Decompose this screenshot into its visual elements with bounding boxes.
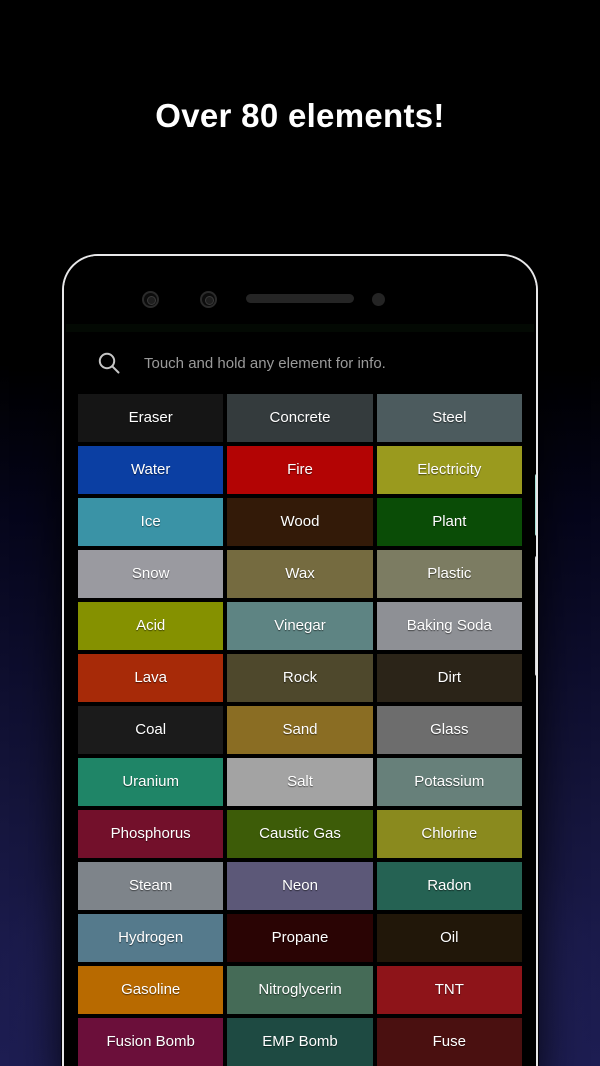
phone-power-button[interactable] xyxy=(535,474,536,536)
element-tile[interactable]: Dirt xyxy=(376,654,522,702)
element-tile[interactable]: Salt xyxy=(227,758,373,806)
element-tile[interactable]: Fuse xyxy=(376,1018,522,1066)
camera-lens-icon xyxy=(142,291,159,308)
element-tile[interactable]: Fusion Bomb xyxy=(78,1018,224,1066)
element-tile[interactable]: Ice xyxy=(78,498,224,546)
element-row: Water Fire Electricity xyxy=(78,446,522,494)
element-tile[interactable]: Coal xyxy=(78,706,224,754)
phone-volume-button[interactable] xyxy=(535,556,536,676)
phone-mockup: EraserConcreteSteelWaterFireElectricityI… xyxy=(62,254,538,1066)
element-tile[interactable]: Neon xyxy=(227,862,373,910)
element-tile[interactable]: Caustic Gas xyxy=(227,810,373,858)
screen-top-divider xyxy=(66,324,534,332)
element-tile[interactable]: Plant xyxy=(376,498,522,546)
element-tile[interactable]: Wood xyxy=(227,498,373,546)
element-tile[interactable]: TNT xyxy=(376,966,522,1014)
element-tile[interactable]: Oil xyxy=(376,914,522,962)
element-row: Coal Sand Glass xyxy=(78,706,522,754)
element-row: Snow Wax Plastic xyxy=(78,550,522,598)
element-tile[interactable]: Eraser xyxy=(78,394,224,442)
page-title: Over 80 elements! xyxy=(155,97,445,134)
element-tile[interactable]: Sand xyxy=(227,706,373,754)
element-row: Gasoline Nitroglycerin TNT xyxy=(78,966,522,1014)
element-row: Hydrogen Propane Oil xyxy=(78,914,522,962)
element-tile[interactable]: Plastic xyxy=(376,550,522,598)
element-tile[interactable]: Gasoline xyxy=(78,966,224,1014)
element-tile[interactable]: Vinegar xyxy=(227,602,373,650)
element-row: Phosphorus Caustic Gas Chlorine xyxy=(78,810,522,858)
element-row: Fusion Bomb EMP Bomb Fuse xyxy=(78,1018,522,1066)
element-row: Uranium Salt Potassium xyxy=(78,758,522,806)
element-tile[interactable]: Wax xyxy=(227,550,373,598)
element-tile[interactable]: Nitroglycerin xyxy=(227,966,373,1014)
search-icon[interactable] xyxy=(92,346,126,380)
element-tile[interactable]: EMP Bomb xyxy=(227,1018,373,1066)
element-tile[interactable]: Steel xyxy=(376,394,522,442)
element-tile[interactable]: Lava xyxy=(78,654,224,702)
element-tile[interactable]: Chlorine xyxy=(376,810,522,858)
element-tile[interactable]: Concrete xyxy=(227,394,373,442)
element-tile[interactable]: Baking Soda xyxy=(376,602,522,650)
element-row: Acid Vinegar Baking Soda xyxy=(78,602,522,650)
search-input[interactable] xyxy=(140,354,522,372)
element-grid: Eraser Concrete Steel Water Fire Electricity I… xyxy=(64,394,536,1066)
element-tile[interactable]: Propane xyxy=(227,914,373,962)
element-tile[interactable]: Radon xyxy=(376,862,522,910)
element-tile[interactable]: Electricity xyxy=(376,446,522,494)
element-tile[interactable]: Steam xyxy=(78,862,224,910)
element-row: Steam Neon Radon xyxy=(78,862,522,910)
phone-screen: EraserConcreteSteelWaterFireElectricityI… xyxy=(64,324,536,1066)
element-row: Ice Wood Plant xyxy=(78,498,522,546)
element-tile[interactable]: Snow xyxy=(78,550,224,598)
element-tile[interactable]: Phosphorus xyxy=(78,810,224,858)
element-tile[interactable]: Uranium xyxy=(78,758,224,806)
camera-lens-secondary-icon xyxy=(200,291,217,308)
element-row: Lava Rock Dirt xyxy=(78,654,522,702)
proximity-sensor-icon xyxy=(372,293,385,306)
element-row: Eraser Concrete Steel xyxy=(78,394,522,442)
element-tile[interactable]: Potassium xyxy=(376,758,522,806)
element-tile[interactable]: Glass xyxy=(376,706,522,754)
element-tile[interactable]: Hydrogen xyxy=(78,914,224,962)
element-tile[interactable]: Fire xyxy=(227,446,373,494)
search-bar[interactable] xyxy=(64,332,536,394)
element-tile[interactable]: Acid xyxy=(78,602,224,650)
speaker-grille-icon xyxy=(246,294,354,303)
phone-top-bezel xyxy=(64,256,536,324)
element-tile[interactable]: Rock xyxy=(227,654,373,702)
element-tile[interactable]: Water xyxy=(78,446,224,494)
